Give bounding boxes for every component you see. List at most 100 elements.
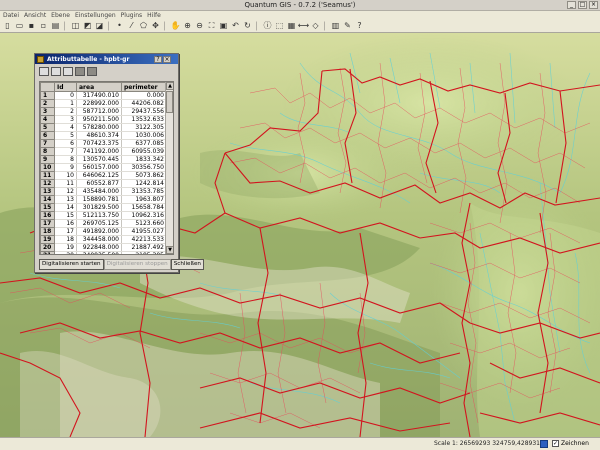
cell-perimeter[interactable]: 41955.027 xyxy=(121,227,167,236)
table-row[interactable]: 20 19 922848.000 21887.492 xyxy=(40,243,167,252)
table-row[interactable]: 12 11 60552.877 1242.814 xyxy=(40,179,167,188)
cell-area[interactable]: 646062.125 xyxy=(76,171,122,180)
cell-area[interactable]: 741192.000 xyxy=(76,147,122,156)
measure-area-icon[interactable]: ◇ xyxy=(310,21,321,32)
pan-icon[interactable]: ✋ xyxy=(170,21,181,32)
table-row[interactable]: 2120340835.5002185.305 xyxy=(40,251,167,254)
cell-id[interactable]: 16 xyxy=(54,219,77,228)
column-header-area[interactable]: area xyxy=(76,82,122,92)
zoom-out-icon[interactable]: ⊖ xyxy=(194,21,205,32)
row-header[interactable]: 11 xyxy=(40,171,55,180)
cell-area[interactable]: 60552.877 xyxy=(76,179,122,188)
table-row[interactable]: 19 18 344458.000 42213.533 xyxy=(40,235,167,244)
cell-perimeter[interactable]: 29437.556 xyxy=(121,107,167,116)
cell-perimeter[interactable]: 21887.492 xyxy=(121,243,167,252)
cell-perimeter[interactable]: 3122.305 xyxy=(121,123,167,132)
attribute-grid[interactable]: Id area perimeter 1 0 317490.010 0.000 2 1 228… xyxy=(39,81,174,255)
table-row[interactable]: 8 7 741192.000 60955.039 xyxy=(40,147,167,156)
cell-perimeter[interactable]: 2185.305 xyxy=(121,251,167,254)
cell-area[interactable]: 560157.000 xyxy=(76,163,122,172)
row-header[interactable]: 4 xyxy=(40,115,55,124)
table-row[interactable]: 17 16 269705.125 5123.660 xyxy=(40,219,167,228)
copy-selected-rows-icon[interactable] xyxy=(75,66,85,76)
cell-id[interactable]: 20 xyxy=(54,251,77,254)
row-header[interactable]: 6 xyxy=(40,131,55,140)
menu-help[interactable]: Hilfe xyxy=(147,12,161,19)
row-header[interactable]: 17 xyxy=(40,219,55,228)
cell-perimeter[interactable]: 60955.039 xyxy=(121,147,167,156)
close-button[interactable]: Schließen xyxy=(170,259,204,270)
row-header[interactable]: 19 xyxy=(40,235,55,244)
cell-area[interactable]: 922848.000 xyxy=(76,243,122,252)
row-header[interactable]: 9 xyxy=(40,155,55,164)
cell-id[interactable]: 1 xyxy=(54,99,77,108)
print-icon[interactable]: ▤ xyxy=(50,21,61,32)
menu-view[interactable]: Ansicht xyxy=(24,12,46,19)
refresh-icon[interactable]: ↻ xyxy=(242,21,253,32)
row-header[interactable]: 20 xyxy=(40,243,55,252)
cell-id[interactable]: 18 xyxy=(54,235,77,244)
table-row[interactable]: 5 4 578280.000 3122.305 xyxy=(40,123,167,132)
measure-icon[interactable]: ⟷ xyxy=(298,21,309,32)
cell-perimeter[interactable]: 1030.006 xyxy=(121,131,167,140)
cell-area[interactable]: 578280.000 xyxy=(76,123,122,132)
column-header-id[interactable]: Id xyxy=(54,82,77,92)
bookmark-icon[interactable]: ✎ xyxy=(342,21,353,32)
cell-id[interactable]: 8 xyxy=(54,155,77,164)
cell-perimeter[interactable]: 30356.750 xyxy=(121,163,167,172)
cell-perimeter[interactable]: 0.000 xyxy=(121,91,167,100)
row-header[interactable]: 14 xyxy=(40,195,55,204)
scroll-down-icon[interactable]: ▼ xyxy=(166,246,173,254)
capture-point-icon[interactable]: • xyxy=(114,21,125,32)
start-digitizing-button[interactable]: Digitalisieren starten xyxy=(39,259,104,270)
column-header-perimeter[interactable]: perimeter xyxy=(121,82,167,92)
cell-id[interactable]: 2 xyxy=(54,107,77,116)
row-header[interactable]: 15 xyxy=(40,203,55,212)
table-row[interactable]: 7 6 707423.375 6377.085 xyxy=(40,139,167,148)
row-header[interactable]: 1 xyxy=(40,91,55,100)
table-row[interactable]: 13 12 435484.000 31353.785 xyxy=(40,187,167,196)
cell-area[interactable]: 344458.000 xyxy=(76,235,122,244)
table-row[interactable]: 3 2 587712.000 29437.556 xyxy=(40,107,167,116)
cell-area[interactable]: 950211.500 xyxy=(76,115,122,124)
zoom-last-icon[interactable]: ↶ xyxy=(230,21,241,32)
table-row[interactable]: 18 17 491892.000 41955.027 xyxy=(40,227,167,236)
cell-area[interactable]: 587712.000 xyxy=(76,107,122,116)
row-header[interactable]: 21 xyxy=(40,251,55,254)
close-icon[interactable]: × xyxy=(589,1,598,9)
table-row[interactable]: 9 8 130570.445 1833.342 xyxy=(40,155,167,164)
table-row[interactable]: 10 9 560157.000 30356.750 xyxy=(40,163,167,172)
invert-selection-icon[interactable] xyxy=(63,66,73,76)
cell-area[interactable]: 707423.375 xyxy=(76,139,122,148)
zoom-layer-icon[interactable]: ▣ xyxy=(218,21,229,32)
cell-area[interactable]: 130570.445 xyxy=(76,155,122,164)
cell-perimeter[interactable]: 5073.862 xyxy=(121,171,167,180)
new-project-icon[interactable]: ▯ xyxy=(2,21,13,32)
cell-id[interactable]: 10 xyxy=(54,171,77,180)
cell-area[interactable]: 340835.500 xyxy=(76,251,122,254)
row-header[interactable]: 16 xyxy=(40,211,55,220)
cell-perimeter[interactable]: 42213.533 xyxy=(121,235,167,244)
save-project-icon[interactable]: ▪ xyxy=(26,21,37,32)
save-as-icon[interactable]: ▫ xyxy=(38,21,49,32)
row-header[interactable]: 12 xyxy=(40,179,55,188)
select-icon[interactable]: ⬚ xyxy=(274,21,285,32)
add-database-icon[interactable]: ◪ xyxy=(94,21,105,32)
help-icon[interactable]: ? xyxy=(154,55,162,63)
cell-perimeter[interactable]: 15658.784 xyxy=(121,203,167,212)
cell-area[interactable]: 228992.000 xyxy=(76,99,122,108)
cell-area[interactable]: 158890.781 xyxy=(76,195,122,204)
cell-perimeter[interactable]: 5123.660 xyxy=(121,219,167,228)
cell-id[interactable]: 5 xyxy=(54,131,77,140)
cell-id[interactable]: 12 xyxy=(54,187,77,196)
row-header[interactable]: 3 xyxy=(40,107,55,116)
open-project-icon[interactable]: ▭ xyxy=(14,21,25,32)
cell-area[interactable]: 435484.000 xyxy=(76,187,122,196)
table-row[interactable]: 1 0 317490.010 0.000 xyxy=(40,91,167,100)
cell-perimeter[interactable]: 1242.814 xyxy=(121,179,167,188)
cell-id[interactable]: 19 xyxy=(54,243,77,252)
table-row[interactable]: 2 1 228992.000 44206.082 xyxy=(40,99,167,108)
cell-id[interactable]: 4 xyxy=(54,123,77,132)
move-selected-to-top-icon[interactable] xyxy=(51,66,61,76)
row-header[interactable]: 13 xyxy=(40,187,55,196)
